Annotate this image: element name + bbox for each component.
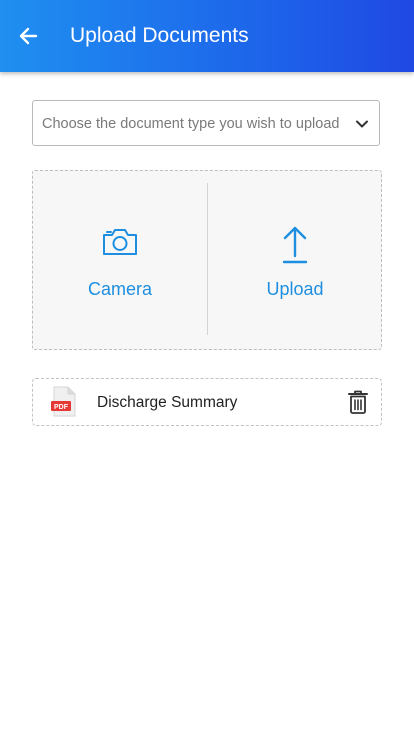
camera-label: Camera: [87, 279, 153, 299]
camera-icon: [103, 229, 137, 255]
app-bar: Upload Documents: [0, 0, 414, 72]
pdf-file-icon: PDF: [51, 386, 76, 417]
upload-arrow-icon: [282, 226, 308, 264]
file-name: Discharge Summary: [97, 394, 238, 411]
page-title: Upload Documents: [70, 24, 249, 47]
upload-label: Upload: [266, 279, 324, 299]
document-type-select[interactable]: Choose the document type you wish to upl…: [32, 100, 380, 146]
back-button[interactable]: [10, 18, 46, 54]
pdf-badge-text: PDF: [54, 404, 69, 411]
trash-icon: [348, 390, 368, 414]
document-type-placeholder: Choose the document type you wish to upl…: [42, 116, 340, 132]
arrow-left-icon: [19, 27, 38, 45]
camera-option[interactable]: Camera: [33, 171, 207, 348]
upload-documents-screen: Upload Documents Choose the document typ…: [0, 0, 414, 736]
upload-option[interactable]: Upload: [208, 171, 382, 348]
chevron-down-icon: [356, 120, 368, 128]
delete-file-button[interactable]: [347, 390, 369, 414]
uploaded-file-row: PDF Discharge Summary: [32, 378, 382, 426]
upload-options-box: Camera Upload: [32, 170, 382, 350]
